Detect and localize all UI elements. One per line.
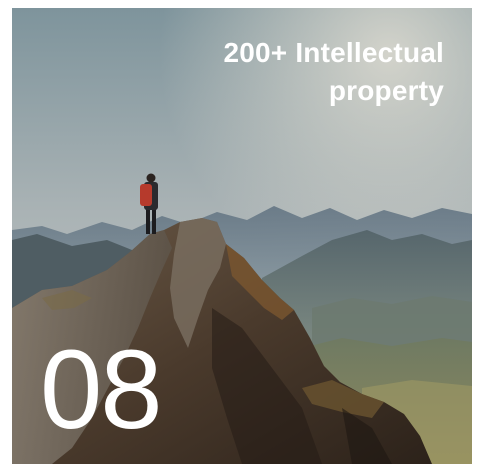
feature-card: 200+ Intellectual property 08: [12, 8, 472, 464]
card-number: 08: [40, 327, 163, 452]
card-caption: 200+ Intellectual property: [223, 37, 444, 106]
